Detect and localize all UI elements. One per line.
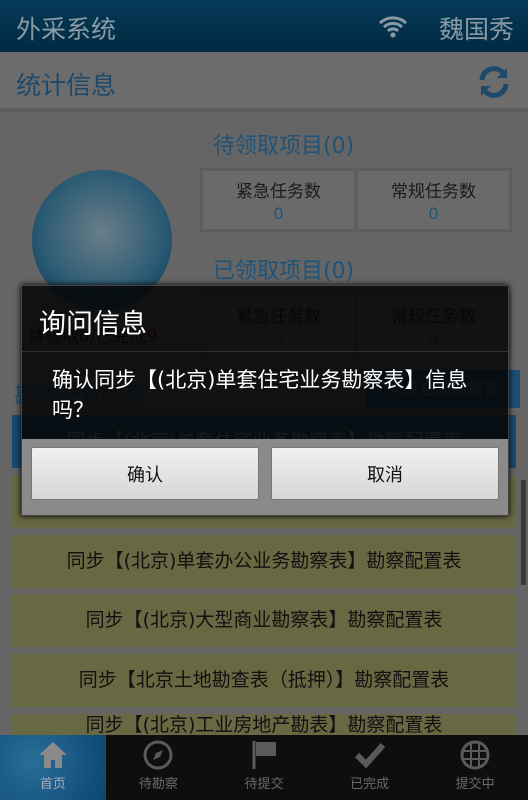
cancel-button[interactable]: 取消 [271, 447, 499, 500]
claimed-urgent[interactable]: 紧急任务数 3 [203, 296, 354, 354]
app-title: 外采系统 [16, 15, 117, 44]
globe-icon [460, 740, 490, 770]
user-name: 魏国秀 [438, 15, 514, 44]
section-title: 统计信息 [16, 71, 117, 100]
dialog-buttons: 确认 取消 [22, 439, 508, 515]
claimed-normal[interactable]: 常规任务数 6 [358, 296, 509, 354]
home-icon [38, 742, 67, 768]
check-icon [354, 742, 385, 769]
claimed-title: 已领取项目(0) [213, 259, 355, 284]
dialog-title: 询问信息 [39, 309, 147, 340]
tab-submitting[interactable]: 提交中 [422, 735, 528, 800]
config-item[interactable]: 同步【(北京)单套办公业务勘察表】勘察配置表 [12, 535, 516, 588]
confirm-button[interactable]: 确认 [31, 447, 259, 500]
tab-completed[interactable]: 已完成 [317, 735, 423, 800]
app-logo [32, 170, 172, 310]
wifi-icon [378, 16, 408, 38]
pending-stats: 紧急任务数 0 常规任务数 0 [200, 168, 512, 232]
pending-title: 待领取项目(0) [213, 134, 355, 159]
scrollbar[interactable] [521, 480, 526, 585]
refresh-icon[interactable] [476, 64, 512, 100]
flag-icon [252, 741, 276, 769]
tab-home[interactable]: 首页 [0, 735, 106, 800]
claimed-stats: 紧急任务数 3 常规任务数 6 [200, 293, 512, 357]
tab-to-survey[interactable]: 待勘察 [106, 735, 212, 800]
pending-urgent[interactable]: 紧急任务数 0 [203, 171, 354, 229]
config-item[interactable]: 同步【(北京)大型商业勘察表】勘察配置表 [12, 594, 516, 647]
pending-normal[interactable]: 常规任务数 0 [358, 171, 509, 229]
compass-icon [143, 740, 173, 770]
config-item[interactable]: 同步【北京土地勘查表（抵押）】勘察配置表 [12, 654, 516, 707]
section-bar: 统计信息 [0, 52, 528, 112]
app-header: 外采系统 魏国秀 [0, 0, 528, 52]
tab-to-submit[interactable]: 待提交 [211, 735, 317, 800]
bottom-nav: 首页 待勘察 待提交 已完成 提交中 [0, 735, 528, 800]
